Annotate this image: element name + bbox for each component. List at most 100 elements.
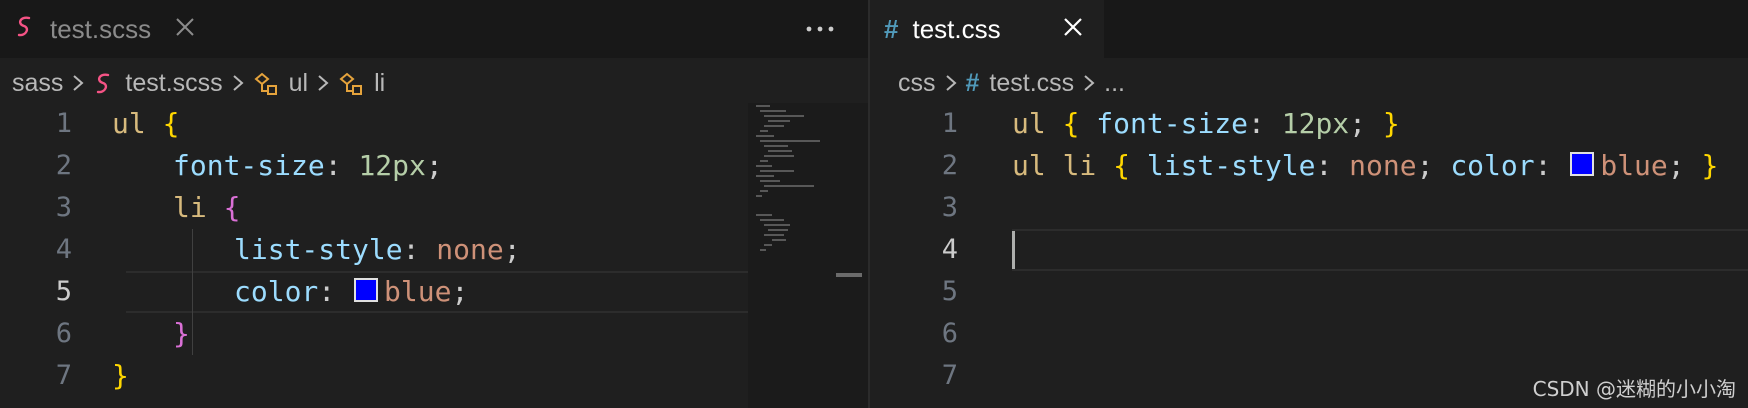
minimap-line [760, 249, 766, 251]
code-token: li [173, 191, 224, 224]
line-number: 3 [55, 192, 72, 223]
scss-file-icon [93, 69, 115, 98]
code-line: } [173, 313, 190, 355]
minimap-line [760, 160, 768, 162]
right-tab-bar: # test.css [870, 0, 1748, 58]
breadcrumb-symbol-ul[interactable]: ul [289, 69, 308, 98]
code-token: 12px [358, 149, 426, 182]
code-token: ul li [1012, 149, 1114, 182]
minimap-line [768, 120, 790, 122]
breadcrumb-ellipsis[interactable]: ... [1104, 69, 1125, 98]
minimap-line [756, 214, 772, 216]
line-number: 4 [55, 234, 72, 265]
right-code-editor[interactable]: 1 ul { font-size: 12px; } 2 ul li { list-st… [870, 103, 1748, 408]
breadcrumb-folder[interactable]: css [898, 69, 936, 98]
more-actions-icon[interactable] [800, 14, 840, 44]
minimap-line [760, 110, 786, 112]
code-token: { [162, 107, 180, 140]
close-icon[interactable] [170, 12, 200, 42]
line-number: 1 [941, 108, 958, 139]
color-swatch[interactable] [354, 278, 379, 302]
symbol-class-icon [338, 69, 364, 98]
minimap-line [764, 145, 788, 147]
code-token: : [324, 149, 359, 182]
tab-label: test.css [912, 13, 1001, 44]
breadcrumb-symbol-li[interactable]: li [374, 69, 385, 98]
code-line: ul { [112, 103, 179, 145]
code-token: font-size [1096, 107, 1249, 140]
code-token: ; [451, 275, 469, 308]
chevron-right-icon [945, 75, 957, 91]
tab-test-scss[interactable]: test.scss [0, 0, 216, 58]
close-icon[interactable] [1058, 12, 1088, 42]
minimap-line [760, 170, 794, 172]
line-number: 1 [55, 108, 72, 139]
code-token: : [1534, 149, 1569, 182]
minimap-line [756, 135, 774, 137]
chevron-right-icon [318, 75, 329, 91]
minimap-line [760, 130, 768, 132]
minimap-line [760, 219, 784, 221]
css-file-icon: # [884, 13, 899, 44]
code-token: } [112, 359, 129, 392]
minimap-line [760, 180, 780, 182]
watermark: CSDN @迷糊的小小淘 [1532, 377, 1736, 401]
code-token: } [173, 317, 190, 350]
minimap-line [768, 229, 788, 231]
code-token: } [1701, 149, 1719, 182]
minimap-line [760, 190, 768, 192]
left-editor-group: test.scss sass test.scss ul li 1 ul {2 … [0, 0, 868, 408]
right-editor-group: # test.css css # test.css ... 1 ul { font… [870, 0, 1748, 408]
code-token: list-style [234, 233, 403, 266]
scss-file-icon [14, 14, 36, 45]
left-code-editor[interactable]: 1 ul {2 font-size: 12px; 3 li {4 list-style: … [0, 103, 868, 408]
code-line: font-size: 12px; [173, 145, 443, 187]
code-line: color: blue; [234, 271, 468, 313]
minimap-line [764, 125, 784, 127]
minimap-slider[interactable] [836, 273, 862, 277]
line-number: 7 [55, 360, 72, 391]
code-line: li { [173, 187, 240, 229]
minimap[interactable] [748, 103, 868, 408]
tab-label: test.scss [50, 13, 152, 44]
code-token: { [223, 191, 241, 224]
left-breadcrumb: sass test.scss ul li [0, 64, 868, 102]
code-token: ul [1012, 107, 1063, 140]
code-line: } [112, 355, 129, 397]
minimap-line [768, 150, 792, 152]
line-number: 3 [941, 192, 958, 223]
chevron-right-icon [1084, 75, 1095, 91]
minimap-line [764, 155, 794, 157]
code-token: ; [1349, 107, 1383, 140]
minimap-line [756, 165, 772, 167]
chevron-right-icon [73, 75, 84, 91]
minimap-line [764, 244, 772, 246]
minimap-line [756, 195, 762, 197]
minimap-line [764, 115, 804, 117]
code-token: { [1062, 107, 1097, 140]
left-tab-bar: test.scss [0, 0, 868, 58]
code-token: ; [503, 233, 521, 266]
code-token: ul [112, 107, 163, 140]
code-token: font-size [173, 149, 325, 182]
code-token: blue [1600, 149, 1668, 182]
minimap-line [764, 234, 784, 236]
minimap-line [772, 239, 786, 241]
code-line: list-style: none; [234, 229, 521, 271]
code-token: none [1349, 149, 1417, 182]
text-cursor [1012, 231, 1015, 269]
chevron-right-icon [232, 75, 244, 91]
breadcrumb-folder[interactable]: sass [12, 69, 63, 98]
line-number: 2 [941, 150, 958, 181]
css-file-icon: # [965, 68, 980, 97]
tab-test-css[interactable]: # test.css [870, 0, 1104, 58]
code-token: blue [384, 275, 452, 308]
minimap-line [764, 185, 814, 187]
line-number: 4 [941, 234, 958, 265]
color-swatch[interactable] [1570, 152, 1595, 176]
breadcrumb-file[interactable]: test.css [989, 69, 1074, 98]
code-token: : [402, 233, 437, 266]
code-token: color [1450, 149, 1535, 182]
code-line: ul { font-size: 12px; } [1012, 103, 1400, 145]
breadcrumb-file[interactable]: test.scss [125, 69, 222, 98]
